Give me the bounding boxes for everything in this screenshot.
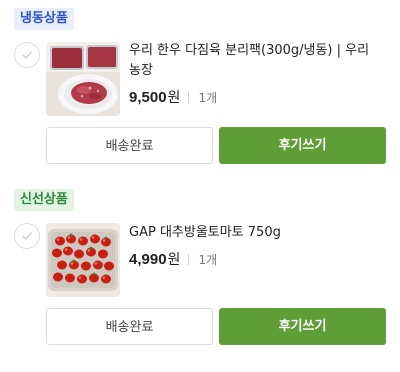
divider [188, 91, 190, 103]
ground-beef-image [46, 42, 120, 116]
product-thumbnail[interactable] [46, 223, 120, 297]
write-review-button[interactable]: 후기쓰기 [219, 308, 386, 345]
select-checkbox[interactable] [14, 42, 40, 68]
category-tag: 냉동상품 [14, 8, 74, 30]
currency-unit: 원 [167, 252, 181, 268]
check-icon [22, 51, 32, 59]
price-row: 4,990 원 1개 [129, 248, 217, 270]
product-price: 9,500 [129, 88, 167, 106]
currency-unit: 원 [167, 90, 181, 106]
select-checkbox[interactable] [14, 223, 40, 249]
write-review-button[interactable]: 후기쓰기 [219, 127, 386, 164]
check-icon [22, 232, 32, 240]
product-thumbnail[interactable] [46, 42, 120, 116]
divider [188, 253, 190, 265]
product-price: 4,990 [129, 250, 167, 268]
product-name[interactable]: 우리 한우 다짐육 분리팩(300g/냉동) | 우리농장 [129, 41, 379, 81]
price-row: 9,500 원 1개 [129, 86, 217, 108]
product-name[interactable]: GAP 대추방울토마토 750g [129, 223, 379, 243]
category-tag: 신선상품 [14, 189, 74, 211]
product-quantity: 1개 [198, 90, 218, 105]
delivery-status-button[interactable]: 배송완료 [46, 127, 213, 164]
product-quantity: 1개 [198, 252, 218, 267]
delivery-status-button[interactable]: 배송완료 [46, 308, 213, 345]
cherry-tomato-image [46, 223, 120, 297]
